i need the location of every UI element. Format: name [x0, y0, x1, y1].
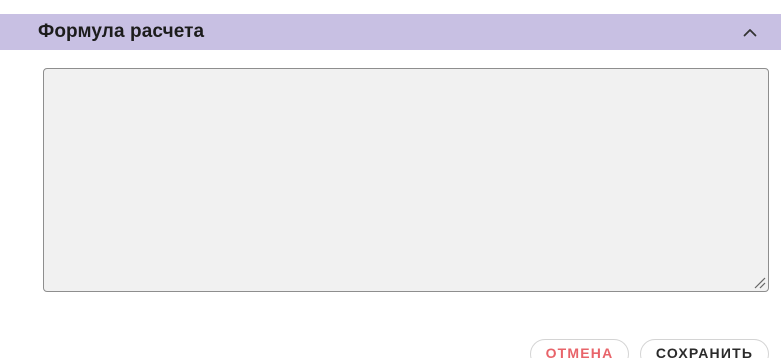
save-button[interactable]: СОХРАНИТЬ	[640, 339, 769, 358]
formula-field-container	[43, 68, 769, 292]
cancel-button[interactable]: ОТМЕНА	[530, 339, 629, 358]
resize-handle-icon[interactable]	[752, 275, 766, 289]
section-title: Формула расчета	[38, 21, 205, 42]
formula-section-header[interactable]: Формула расчета	[0, 14, 781, 50]
chevron-up-icon[interactable]	[739, 21, 761, 43]
formula-textarea[interactable]	[44, 69, 768, 291]
formula-panel: Формула расчета ОТМЕНА СОХРАНИТЬ	[0, 0, 781, 358]
